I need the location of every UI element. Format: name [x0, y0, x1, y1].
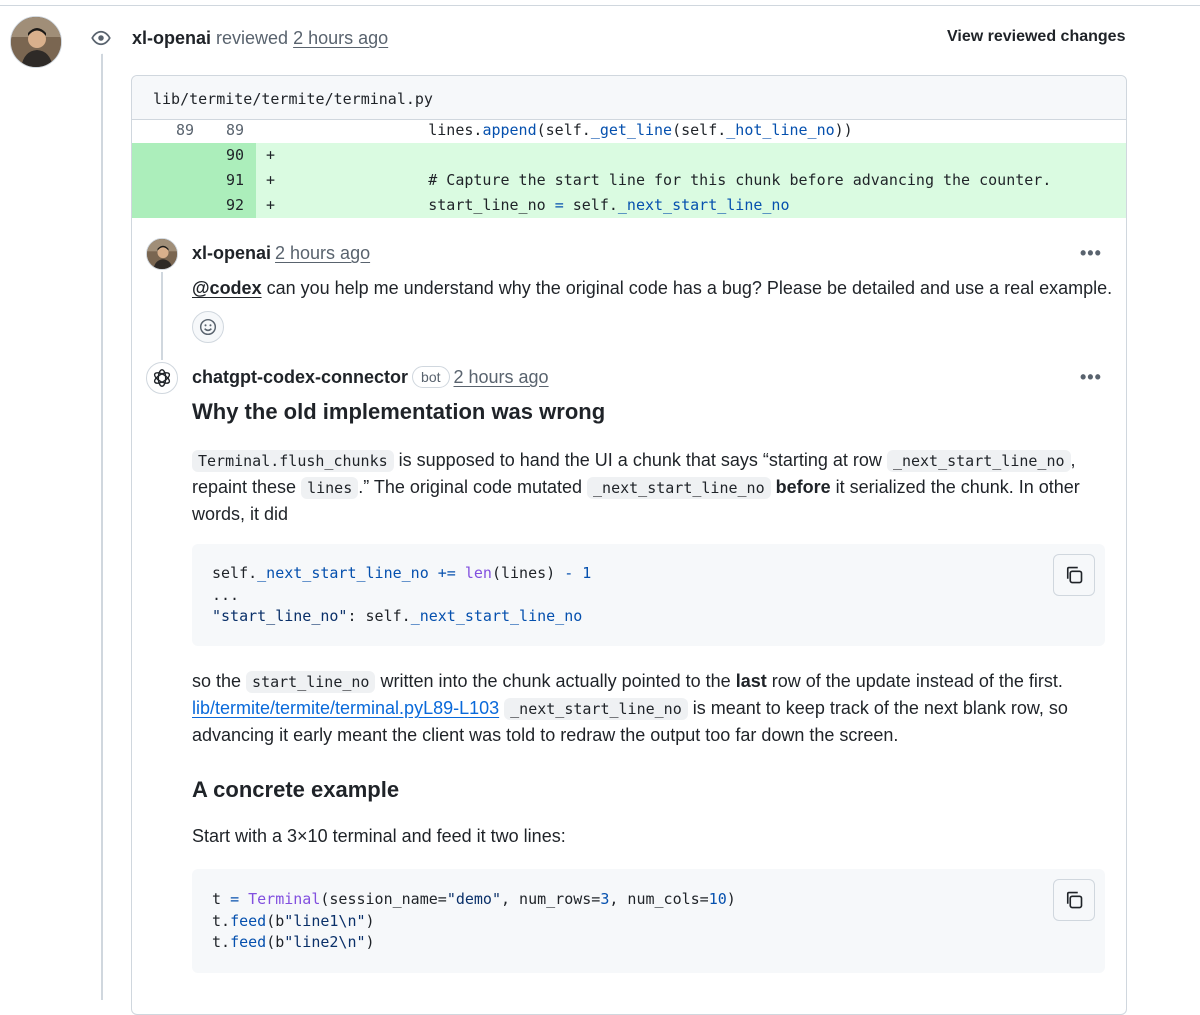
copy-button[interactable] — [1053, 879, 1095, 921]
copy-button[interactable] — [1053, 554, 1095, 596]
timeline-line — [101, 50, 103, 1000]
review-author-link[interactable]: xl-openai — [132, 28, 211, 48]
new-line-number[interactable]: 90 — [194, 143, 244, 168]
new-line-number[interactable]: 89 — [194, 118, 244, 143]
top-divider — [0, 0, 1200, 6]
comment-timestamp-link[interactable]: 2 hours ago — [454, 367, 549, 387]
copy-icon — [1066, 566, 1083, 584]
paragraph: Terminal.flush_chunks is supposed to han… — [192, 450, 1080, 524]
section-heading: A concrete example — [192, 777, 400, 802]
code-block: t = Terminal(session_name="demo", num_ro… — [192, 869, 1105, 973]
comment-author-link[interactable]: chatgpt-codex-connector — [192, 367, 408, 387]
copy-icon — [1066, 891, 1083, 909]
comment-options-button[interactable]: ••• — [1080, 243, 1102, 264]
code-content[interactable]: self._next_start_line_no += len(lines) -… — [212, 563, 591, 628]
review-header: xl-openai reviewed 2 hours ago — [132, 26, 388, 50]
paragraph: so the start_line_no written into the ch… — [192, 671, 1068, 745]
bot-badge: bot — [412, 366, 450, 388]
old-line-number[interactable]: 89 — [132, 118, 194, 143]
view-reviewed-changes-button[interactable]: View reviewed changes — [947, 28, 1125, 46]
section-heading: Why the old implementation was wrong — [192, 399, 606, 424]
diff-context-row: 89 89 lines.append(self._get_line(self._… — [132, 118, 1126, 143]
add-reaction-button[interactable] — [192, 311, 224, 343]
diff-code: # Capture the start line for this chunk … — [356, 171, 1052, 189]
diff-added-row: 90 + — [132, 143, 1126, 168]
eye-icon — [85, 22, 117, 54]
openai-logo-icon — [153, 369, 171, 387]
comment-body: @codex can you help me understand why th… — [192, 278, 1113, 298]
file-header: lib/termite/termite/terminal.py — [132, 76, 1126, 120]
code-block: self._next_start_line_no += len(lines) -… — [192, 544, 1105, 646]
bot-avatar[interactable] — [146, 362, 178, 394]
diff-added-row: 91 + # Capture the start line for this c… — [132, 168, 1126, 193]
code-permalink[interactable]: lib/termite/termite/terminal.pyL89-L103 — [192, 698, 499, 718]
comment-header: xl-openai 2 hours ago — [192, 241, 370, 265]
comment-timestamp-link[interactable]: 2 hours ago — [275, 243, 370, 263]
new-line-number[interactable]: 92 — [194, 193, 244, 218]
file-path[interactable]: lib/termite/termite/terminal.py — [153, 90, 433, 108]
new-line-number[interactable]: 91 — [194, 168, 244, 193]
paragraph: Start with a 3×10 terminal and feed it t… — [192, 826, 566, 846]
reviewer-avatar[interactable] — [10, 16, 62, 68]
user-mention-link[interactable]: @codex — [192, 278, 262, 298]
comment-options-button[interactable]: ••• — [1080, 367, 1102, 388]
comment-header: chatgpt-codex-connector bot 2 hours ago — [192, 365, 549, 389]
diff-marker: + — [266, 171, 276, 189]
comment-author-link[interactable]: xl-openai — [192, 243, 271, 263]
diff-marker: + — [266, 146, 276, 164]
thread-line — [161, 272, 163, 360]
diff-marker: + — [266, 196, 276, 214]
diff-code: start_line_no = self._next_start_line_no — [356, 196, 790, 214]
review-verb: reviewed — [216, 28, 289, 48]
diff-code: lines.append(self._get_line(self._hot_li… — [356, 121, 853, 139]
review-timestamp-link[interactable]: 2 hours ago — [293, 28, 388, 48]
diff-added-row: 92 + start_line_no = self._next_start_li… — [132, 193, 1126, 218]
commenter-avatar[interactable] — [146, 238, 178, 270]
code-content[interactable]: t = Terminal(session_name="demo", num_ro… — [212, 889, 736, 954]
smiley-icon — [199, 318, 217, 336]
